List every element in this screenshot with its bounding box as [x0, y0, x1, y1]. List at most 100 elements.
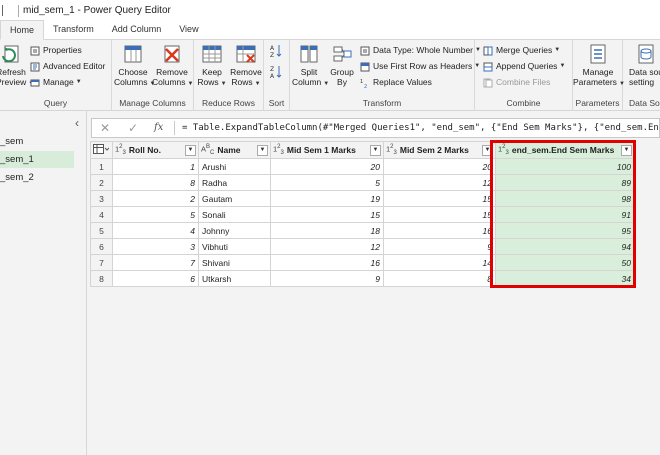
table-cell[interactable]: 100: [495, 158, 635, 175]
type-icon[interactable]: ABC: [201, 144, 214, 156]
table-cell[interactable]: 15: [270, 206, 384, 223]
quick-access-icon[interactable]: [2, 5, 12, 16]
table-cell[interactable]: 94: [495, 238, 635, 255]
table-row[interactable]: 4 5 Sonali 15 15 91: [90, 206, 635, 223]
table-cell[interactable]: 3: [112, 238, 199, 255]
table-cell[interactable]: Gautam: [198, 190, 271, 207]
remove-rows-button[interactable]: Remove Rows ▼: [229, 43, 263, 89]
row-number[interactable]: 6: [90, 238, 113, 255]
merge-queries-button[interactable]: Merge Queries ▼: [483, 45, 560, 56]
combine-files-button[interactable]: Combine Files: [483, 77, 550, 88]
formula-input[interactable]: = Table.ExpandTableColumn(#"Merged Queri…: [182, 119, 659, 137]
table-cell[interactable]: 5: [112, 206, 199, 223]
row-number[interactable]: 4: [90, 206, 113, 223]
row-number[interactable]: 7: [90, 254, 113, 271]
filter-dropdown-icon[interactable]: ▼: [482, 144, 493, 156]
choose-columns-button[interactable]: Choose Columns ▼: [114, 43, 156, 89]
column-header-mid-sem-2[interactable]: 123 Mid Sem 2 Marks ▼: [383, 141, 496, 159]
table-cell[interactable]: Johnny: [198, 222, 271, 239]
fx-icon[interactable]: fx: [154, 119, 163, 137]
filter-dropdown-icon[interactable]: ▼: [257, 144, 268, 156]
table-cell[interactable]: 9: [383, 238, 496, 255]
column-header-name[interactable]: ABC Name ▼: [198, 141, 271, 159]
table-cell[interactable]: 15: [383, 190, 496, 207]
tab-home[interactable]: Home: [0, 20, 45, 40]
commit-formula-icon[interactable]: ✓: [128, 119, 138, 137]
table-row[interactable]: 6 3 Vibhuti 12 9 94: [90, 238, 635, 255]
filter-dropdown-icon[interactable]: ▼: [621, 144, 632, 156]
table-cell[interactable]: Sonali: [198, 206, 271, 223]
manage-button[interactable]: Manage ▼: [30, 77, 82, 88]
table-cell[interactable]: 4: [112, 222, 199, 239]
table-cell[interactable]: Arushi: [198, 158, 271, 175]
table-row[interactable]: 1 1 Arushi 20 20 100: [90, 158, 635, 175]
tab-view[interactable]: View: [170, 20, 207, 39]
table-cell[interactable]: 19: [270, 190, 384, 207]
table-row[interactable]: 5 4 Johnny 18 16 95: [90, 222, 635, 239]
query-item[interactable]: _sem: [0, 133, 74, 150]
table-cell[interactable]: 7: [112, 254, 199, 271]
table-cell[interactable]: Utkarsh: [198, 270, 271, 287]
append-queries-button[interactable]: Append Queries ▼: [483, 61, 565, 72]
group-by-button[interactable]: Group By: [328, 43, 356, 87]
table-cell[interactable]: 98: [495, 190, 635, 207]
table-row[interactable]: 7 7 Shivani 16 14 50: [90, 254, 635, 271]
table-cell[interactable]: 16: [270, 254, 384, 271]
table-cell[interactable]: 95: [495, 222, 635, 239]
table-cell[interactable]: 34: [495, 270, 635, 287]
column-header-roll-no[interactable]: 123 Roll No. ▼: [112, 141, 199, 159]
table-row[interactable]: 2 8 Radha 5 12 89: [90, 174, 635, 191]
collapse-pane-icon[interactable]: ‹: [75, 116, 79, 130]
table-cell[interactable]: 5: [270, 174, 384, 191]
table-cell[interactable]: 6: [112, 270, 199, 287]
table-cell[interactable]: 20: [383, 158, 496, 175]
table-cell[interactable]: 2: [112, 190, 199, 207]
sort-ascending-button[interactable]: AZ: [270, 44, 285, 58]
table-cell[interactable]: 1: [112, 158, 199, 175]
table-cell[interactable]: 8: [112, 174, 199, 191]
table-cell[interactable]: Radha: [198, 174, 271, 191]
table-cell[interactable]: 20: [270, 158, 384, 175]
data-type-dropdown[interactable]: Data Type: Whole Number ▼: [360, 45, 481, 56]
table-row[interactable]: 8 6 Utkarsh 9 8 34: [90, 270, 635, 287]
keep-rows-button[interactable]: Keep Rows ▼: [197, 43, 227, 89]
replace-values-button[interactable]: 12 Replace Values: [360, 77, 432, 88]
filter-dropdown-icon[interactable]: ▼: [185, 144, 196, 156]
table-cell[interactable]: 8: [383, 270, 496, 287]
type-icon[interactable]: 123: [115, 144, 126, 156]
table-cell[interactable]: 12: [383, 174, 496, 191]
table-cell[interactable]: 15: [383, 206, 496, 223]
table-cell[interactable]: 14: [383, 254, 496, 271]
properties-button[interactable]: Properties: [30, 45, 82, 56]
remove-columns-button[interactable]: Remove Columns ▼: [152, 43, 194, 89]
refresh-preview-button[interactable]: Refresh Preview▼: [0, 43, 34, 89]
filter-dropdown-icon[interactable]: ▼: [370, 144, 381, 156]
table-cell[interactable]: 89: [495, 174, 635, 191]
row-number[interactable]: 1: [90, 158, 113, 175]
split-column-button[interactable]: Split Column ▼: [292, 43, 329, 89]
table-cell[interactable]: 18: [270, 222, 384, 239]
type-icon[interactable]: 123: [386, 144, 397, 156]
row-number[interactable]: 3: [90, 190, 113, 207]
cancel-formula-icon[interactable]: ✕: [100, 119, 110, 137]
query-item-selected[interactable]: _sem_1: [0, 151, 74, 168]
tab-add-column[interactable]: Add Column: [103, 20, 171, 39]
row-number[interactable]: 2: [90, 174, 113, 191]
column-header-end-sem[interactable]: 123 end_sem.End Sem Marks ▼: [495, 141, 635, 159]
table-row[interactable]: 3 2 Gautam 19 15 98: [90, 190, 635, 207]
table-cell[interactable]: 50: [495, 254, 635, 271]
row-number[interactable]: 5: [90, 222, 113, 239]
table-cell[interactable]: 16: [383, 222, 496, 239]
table-cell[interactable]: 91: [495, 206, 635, 223]
use-first-row-headers-button[interactable]: Use First Row as Headers ▼: [360, 61, 480, 72]
table-cell[interactable]: Vibhuti: [198, 238, 271, 255]
table-cell[interactable]: Shivani: [198, 254, 271, 271]
table-cell[interactable]: 9: [270, 270, 384, 287]
type-icon[interactable]: 123: [498, 144, 509, 156]
type-icon[interactable]: 123: [273, 144, 284, 156]
data-source-settings-button[interactable]: Data sou setting: [629, 43, 660, 87]
sort-descending-button[interactable]: ZA: [270, 65, 285, 79]
manage-parameters-button[interactable]: Manage Parameters ▼: [573, 43, 625, 89]
advanced-editor-button[interactable]: Advanced Editor: [30, 61, 105, 72]
table-cell[interactable]: 12: [270, 238, 384, 255]
